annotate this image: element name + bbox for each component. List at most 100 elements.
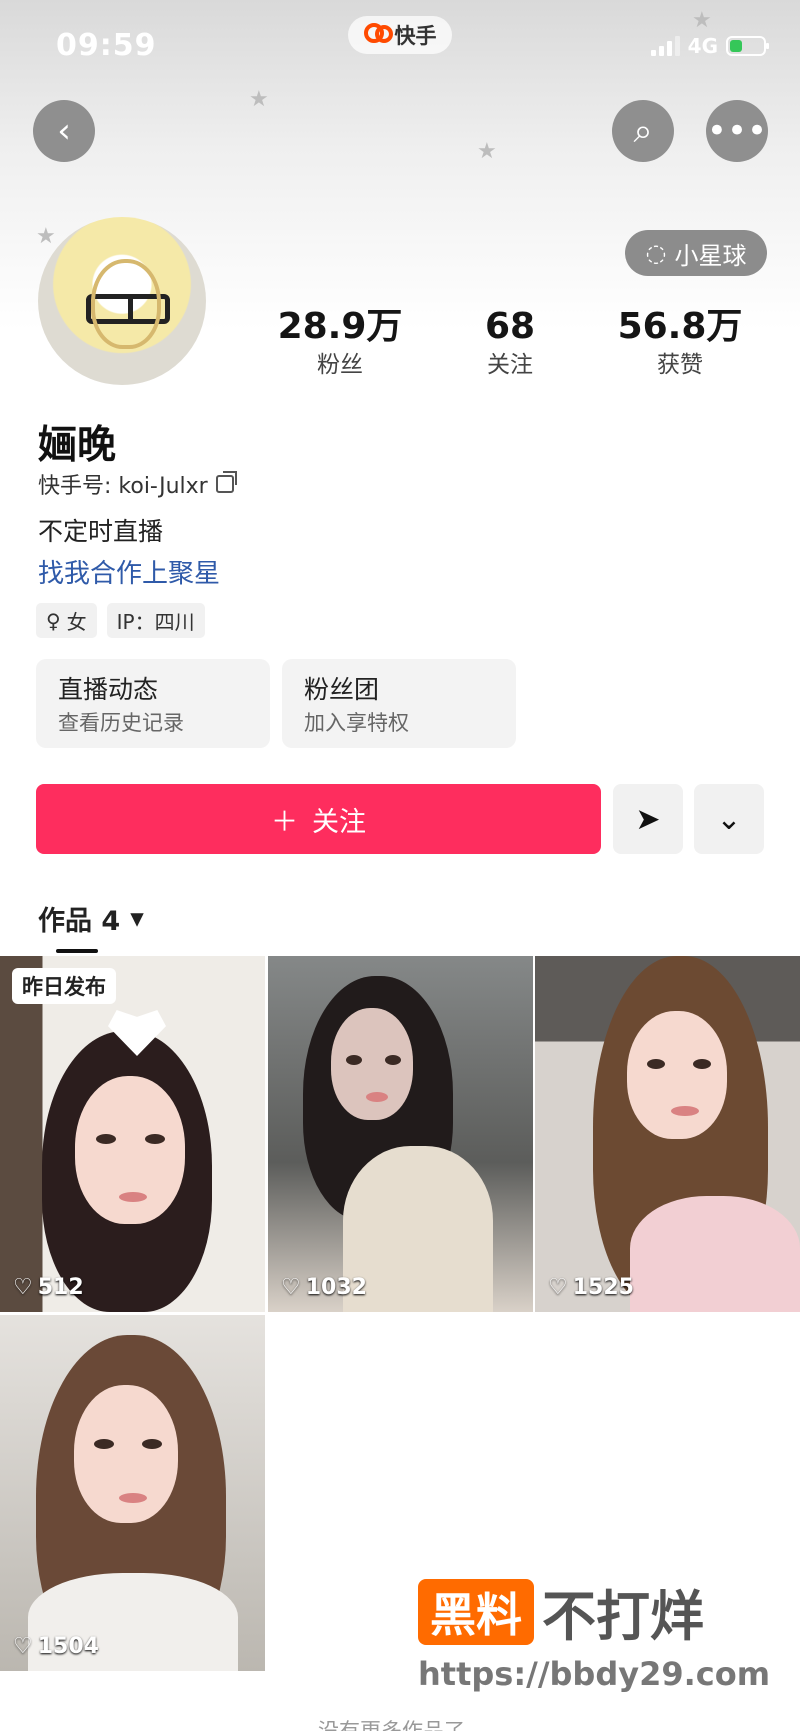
work-image-3 [535, 956, 800, 1312]
message-button[interactable]: ➤ [613, 784, 683, 854]
decorative-star-icon: ★ [477, 139, 497, 164]
followers-count: 28.9万 [277, 306, 403, 347]
site-watermark: 黑料 不打烊 https://bbdy29.com [418, 1572, 780, 1693]
heart-icon: ♡ [13, 1275, 33, 1300]
face-drawing [331, 1008, 413, 1120]
profile-name: 婳晚 [38, 423, 117, 468]
fan-club-title: 粉丝团 [304, 675, 380, 704]
planet-label: 小星球 [674, 241, 747, 270]
posted-yesterday-badge: 昨日发布 [12, 968, 116, 1004]
profile-stats: 28.9万 粉丝 68 关注 56.8万 获赞 [255, 306, 765, 382]
lip-drawing [366, 1092, 388, 1102]
work-like-count: ♡ 1504 [13, 1634, 99, 1659]
profile-handle-row[interactable]: 快手号: koi-Julxr [38, 468, 237, 500]
watermark-logo: 黑料 [418, 1578, 534, 1645]
work-thumbnail-1[interactable]: 昨日发布 ♡ 512 [0, 956, 265, 1312]
search-button[interactable]: ⌕ [612, 100, 674, 162]
planet-button[interactable]: ◌ 小星球 [625, 230, 767, 276]
decorative-star-icon: ★ [249, 87, 269, 112]
work-thumbnail-4[interactable]: ♡ 1504 [0, 1315, 265, 1671]
work-image-4 [0, 1315, 265, 1671]
plus-icon: ＋ [271, 806, 298, 838]
like-count: 1032 [305, 1275, 367, 1300]
heart-icon: ♡ [13, 1634, 33, 1659]
search-icon: ⌕ [633, 111, 653, 151]
work-like-count: ♡ 1032 [281, 1275, 367, 1300]
app-brand-pill[interactable]: 快手 [348, 16, 452, 54]
profile-action-cards: 直播动态查看历史记录 粉丝团加入享特权 [36, 659, 516, 748]
more-button[interactable]: ••• [706, 100, 768, 162]
gender-tag: ♀ 女 [36, 603, 97, 638]
eye-drawing [94, 1439, 114, 1449]
following-stat[interactable]: 68 关注 [425, 306, 595, 382]
profile-handle: 快手号: koi-Julxr [38, 474, 208, 499]
no-more-works-text: 没有更多作品了 [318, 1719, 465, 1731]
followers-stat[interactable]: 28.9万 粉丝 [255, 306, 425, 382]
avatar-face-drawing [91, 259, 161, 349]
heart-icon: ♡ [548, 1275, 568, 1300]
likes-stat[interactable]: 56.8万 获赞 [595, 306, 765, 382]
network-label: 4G [687, 34, 718, 58]
work-image-1 [0, 956, 265, 1312]
chevron-down-icon: ⌄ [716, 801, 742, 837]
ip-tag: IP：四川 [106, 603, 205, 638]
live-history-title: 直播动态 [58, 675, 159, 704]
works-tab[interactable]: 作品 4 ▾ [38, 899, 144, 938]
watermark-title: 不打烊 [542, 1585, 704, 1648]
back-button[interactable]: ‹ [33, 100, 95, 162]
status-indicators: 4G [650, 34, 769, 58]
fan-club-subtitle: 加入享特权 [304, 711, 409, 735]
work-thumbnail-3[interactable]: ♡ 1525 [535, 956, 800, 1312]
top-drawing [630, 1196, 800, 1312]
profile-bio: 不定时直播 [38, 517, 164, 546]
eye-drawing [647, 1059, 665, 1069]
lip-drawing [671, 1106, 699, 1116]
send-icon: ➤ [635, 801, 661, 837]
following-label: 关注 [487, 352, 533, 378]
profile-avatar[interactable] [38, 217, 206, 385]
dropdown-triangle-icon: ▾ [130, 903, 144, 934]
work-image-2 [268, 956, 533, 1312]
following-count: 68 [484, 306, 536, 347]
live-history-card[interactable]: 直播动态查看历史记录 [36, 659, 270, 748]
work-like-count: ♡ 1525 [548, 1275, 634, 1300]
lip-drawing [119, 1493, 147, 1503]
likes-count: 56.8万 [617, 306, 743, 347]
signal-icon [650, 36, 680, 56]
back-arrow-icon: ‹ [57, 111, 71, 151]
planet-icon: ◌ [645, 239, 667, 267]
battery-icon [726, 36, 769, 56]
like-count: 1525 [572, 1275, 634, 1300]
work-like-count: ♡ 512 [13, 1275, 84, 1300]
follow-button[interactable]: ＋ 关注 [36, 784, 601, 854]
female-icon: ♀ [46, 608, 61, 633]
gender-label: 女 [66, 610, 87, 634]
follow-label: 关注 [312, 806, 366, 838]
decorative-star-icon: ★ [36, 224, 56, 249]
works-tab-label: 作品 4 [38, 906, 121, 937]
app-name: 快手 [394, 24, 437, 48]
heart-icon: ♡ [281, 1275, 301, 1300]
status-time: 09:59 [56, 28, 157, 63]
more-dots-icon: ••• [706, 111, 768, 151]
profile-menu-button[interactable]: ⌄ [694, 784, 764, 854]
watermark-url: https://bbdy29.com [418, 1655, 771, 1693]
live-history-subtitle: 查看历史记录 [58, 711, 184, 735]
face-drawing [627, 1011, 727, 1139]
work-thumbnail-2[interactable]: ♡ 1032 [268, 956, 533, 1312]
like-count: 1504 [37, 1634, 99, 1659]
eye-drawing [142, 1439, 162, 1449]
like-count: 512 [37, 1275, 84, 1300]
collaboration-link[interactable]: 找我合作上聚星 [38, 553, 220, 590]
fan-club-card[interactable]: 粉丝团 加入享特权 [282, 659, 516, 748]
kuaishou-logo-icon [363, 22, 393, 48]
eye-drawing [96, 1134, 116, 1144]
copy-icon[interactable] [215, 471, 237, 493]
works-tab-underline [56, 949, 98, 953]
eye-drawing [145, 1134, 165, 1144]
eye-drawing [346, 1055, 362, 1065]
profile-tags: ♀ 女 IP：四川 [36, 603, 205, 638]
watermark-brand-row: 黑料 不打烊 [418, 1572, 780, 1651]
lip-drawing [119, 1192, 147, 1202]
decorative-star-icon: ★ [692, 8, 712, 33]
